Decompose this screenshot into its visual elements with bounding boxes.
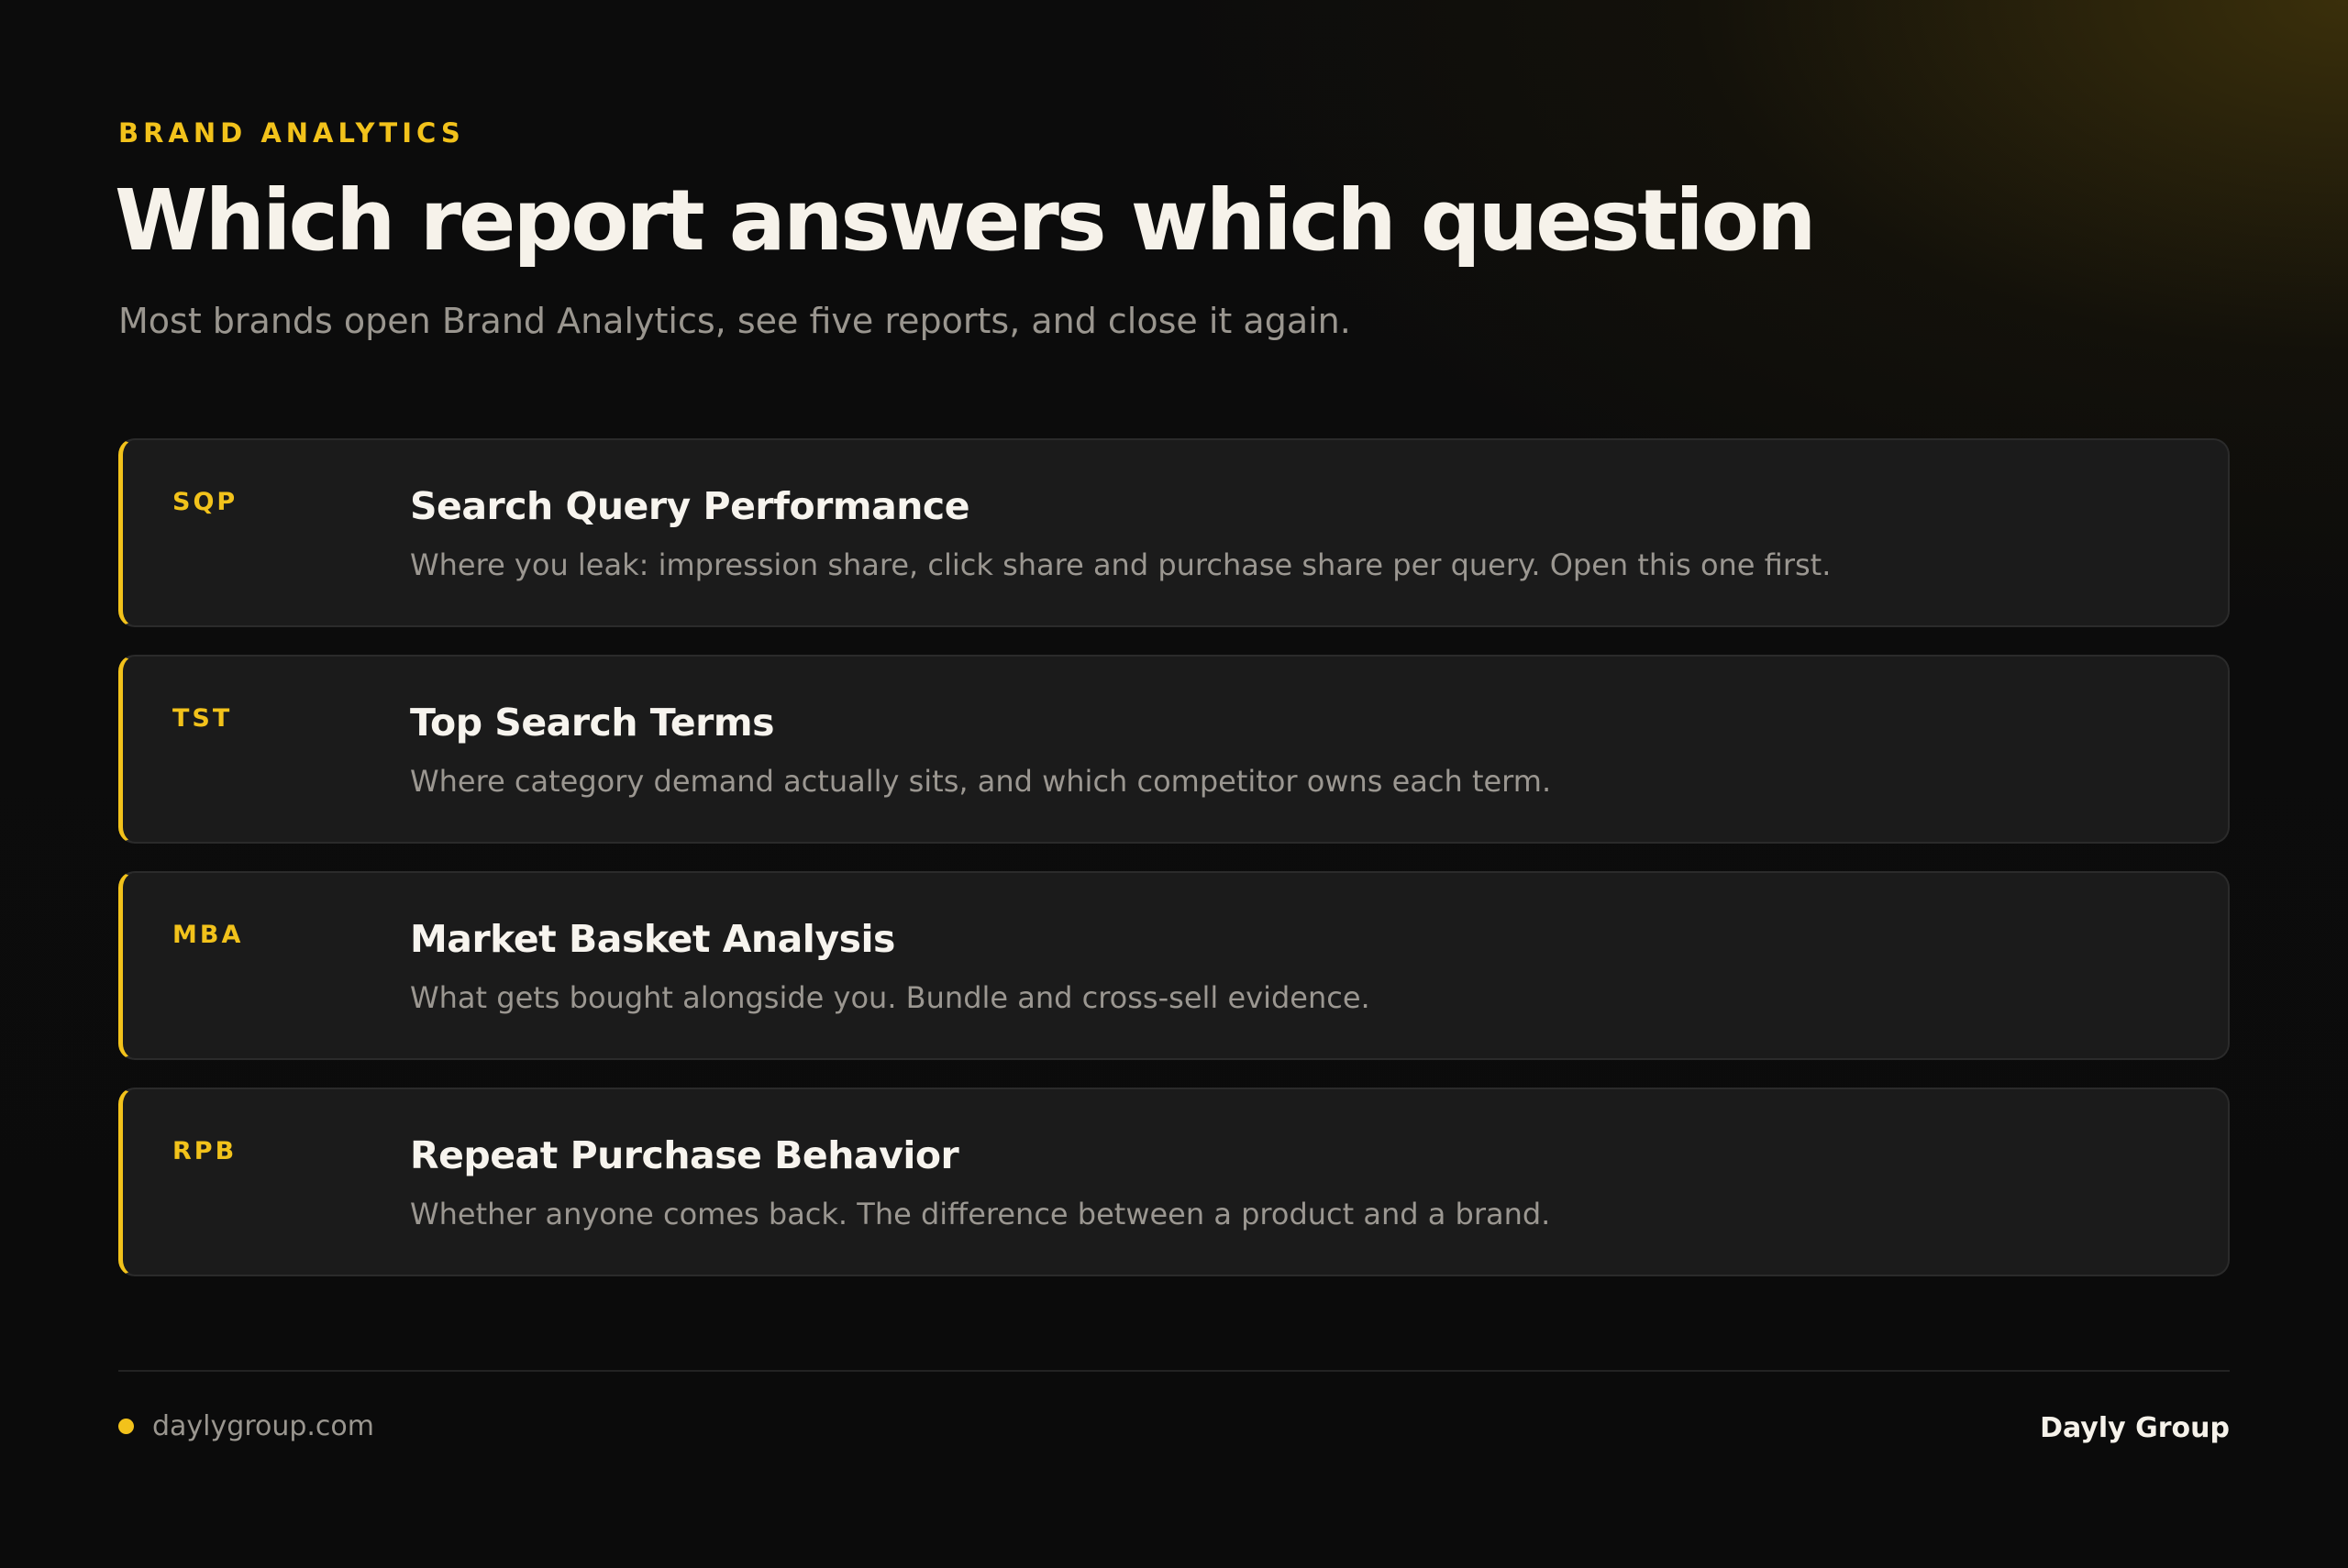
report-list: SQP Search Query Performance Where you l… xyxy=(118,438,2230,1276)
report-title: Search Query Performance xyxy=(410,484,970,528)
page-subtitle: Most brands open Brand Analytics, see fi… xyxy=(118,301,1351,341)
page-title: Which report answers which question xyxy=(115,171,1816,270)
report-card-sqp: SQP Search Query Performance Where you l… xyxy=(118,438,2230,627)
report-code: TST xyxy=(172,704,233,733)
report-description: What gets bought alongside you. Bundle a… xyxy=(410,980,1370,1015)
report-card-tst: TST Top Search Terms Where category dema… xyxy=(118,655,2230,844)
report-code: SQP xyxy=(172,488,238,516)
report-description: Where you leak: impression share, click … xyxy=(410,547,1832,582)
report-description: Whether anyone comes back. The differenc… xyxy=(410,1197,1551,1231)
brand-name: Dayly Group xyxy=(2040,1412,2230,1444)
bullet-dot-icon xyxy=(118,1419,134,1434)
report-card-rpb: RPB Repeat Purchase Behavior Whether any… xyxy=(118,1088,2230,1276)
footer-divider xyxy=(118,1370,2230,1372)
report-title: Market Basket Analysis xyxy=(410,917,895,961)
report-code: RPB xyxy=(172,1137,238,1165)
report-code: MBA xyxy=(172,921,244,949)
report-card-mba: MBA Market Basket Analysis What gets bou… xyxy=(118,871,2230,1060)
report-description: Where category demand actually sits, and… xyxy=(410,764,1552,799)
slide: BRAND ANALYTICS Which report answers whi… xyxy=(0,0,2348,1568)
website-url: daylygroup.com xyxy=(152,1410,375,1442)
report-title: Repeat Purchase Behavior xyxy=(410,1133,959,1177)
eyebrow-label: BRAND ANALYTICS xyxy=(118,117,465,149)
report-title: Top Search Terms xyxy=(410,701,774,745)
footer-website: daylygroup.com xyxy=(118,1410,374,1442)
